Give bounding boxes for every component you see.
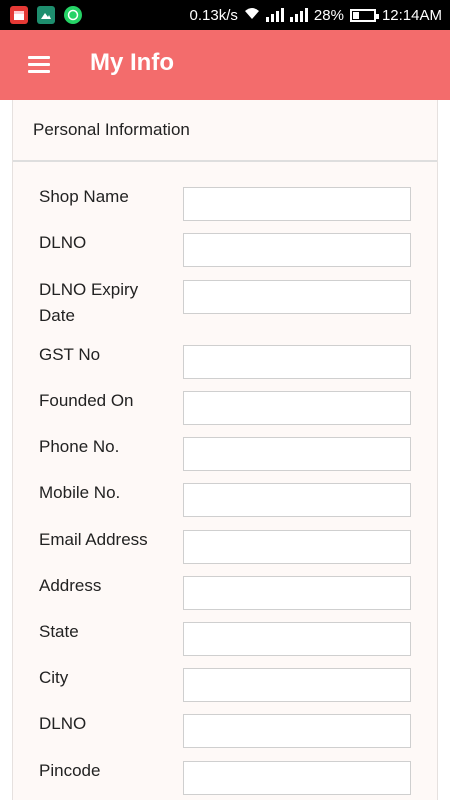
field-label: GST No [39,345,101,364]
card-title: Personal Information [33,120,190,139]
field-input[interactable] [183,345,411,379]
field-label: City [39,668,69,687]
field-input[interactable] [183,668,411,702]
hamburger-menu-icon[interactable] [24,52,54,78]
whatsapp-icon [64,6,82,24]
field-label: Address [39,576,102,595]
field-input[interactable] [183,233,411,267]
field-label: Pincode [39,761,101,780]
content-area: Personal Information Shop Name DLNO DLNO E… [0,100,450,800]
field-label: DLNO Expiry Date [39,280,139,325]
card-header: Personal Information [13,100,437,162]
field-input[interactable] [183,280,411,314]
field-input[interactable] [183,391,411,425]
field-label: State [39,622,79,641]
calendar-icon [10,6,28,24]
field-label: DLNO [39,233,87,252]
field-input[interactable] [183,437,411,471]
field-label: Shop Name [39,187,129,206]
app-bar: My Info [0,30,450,100]
field-label: Email Address [39,530,148,549]
battery-icon [349,8,379,22]
gallery-icon [37,6,55,24]
field-input[interactable] [183,187,411,221]
field-label: Founded On [39,391,134,410]
signal-icon-2 [289,8,308,22]
page-title: My Info [90,49,174,76]
field-label: Phone No. [39,437,120,456]
field-input[interactable] [183,714,411,748]
field-input[interactable] [183,761,411,795]
field-input[interactable] [183,530,411,564]
status-bar: 0.13k/s 28% 12:14AM [0,0,450,30]
notification-icons [10,6,82,24]
field-label: DLNO [39,714,87,733]
field-input[interactable] [183,576,411,610]
network-speed: 0.13k/s [189,6,238,24]
personal-info-card: Personal Information Shop Name DLNO DLNO E… [12,100,438,800]
signal-icon [265,8,284,22]
field-input[interactable] [183,483,411,517]
wifi-icon [244,6,260,24]
clock: 12:14AM [381,6,442,24]
battery-percent: 28% [313,6,344,24]
field-label: Mobile No. [39,483,121,502]
field-input[interactable] [183,622,411,656]
